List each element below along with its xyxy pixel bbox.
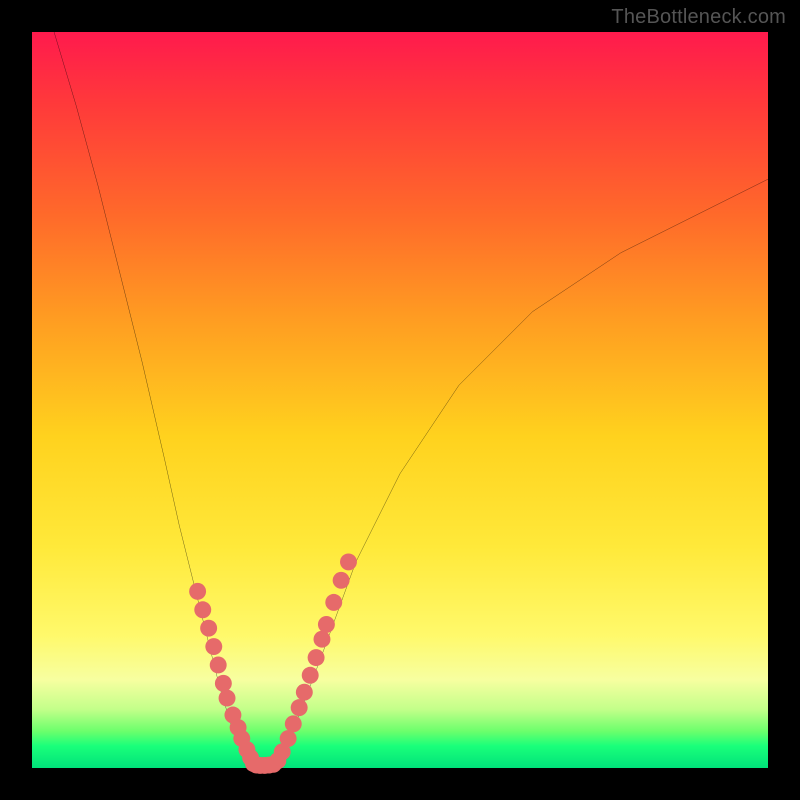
scatter-dot: [189, 583, 206, 600]
watermark-text: TheBottleneck.com: [611, 6, 786, 29]
scatter-dot: [215, 675, 232, 692]
scatter-dot: [340, 553, 357, 570]
scatter-dot: [200, 620, 217, 637]
chart-svg: [32, 32, 768, 768]
curve-line: [54, 32, 253, 764]
curve-line: [275, 179, 768, 764]
scatter-dot: [194, 601, 211, 618]
scatter-dot: [314, 631, 331, 648]
chart-frame: TheBottleneck.com: [0, 0, 800, 800]
scatter-dot: [318, 616, 335, 633]
scatter-dot: [308, 649, 325, 666]
curve-lines-group: [54, 32, 768, 764]
scatter-dot: [205, 638, 222, 655]
scatter-dot: [285, 715, 302, 732]
scatter-dot: [296, 684, 313, 701]
scatter-dot: [291, 699, 308, 716]
scatter-dot: [219, 690, 236, 707]
scatter-dot: [333, 572, 350, 589]
scatter-dot: [302, 667, 319, 684]
scatter-dots-group: [189, 553, 357, 773]
scatter-dot: [325, 594, 342, 611]
plot-area: [32, 32, 768, 768]
scatter-dot: [280, 730, 297, 747]
scatter-dot: [210, 656, 227, 673]
